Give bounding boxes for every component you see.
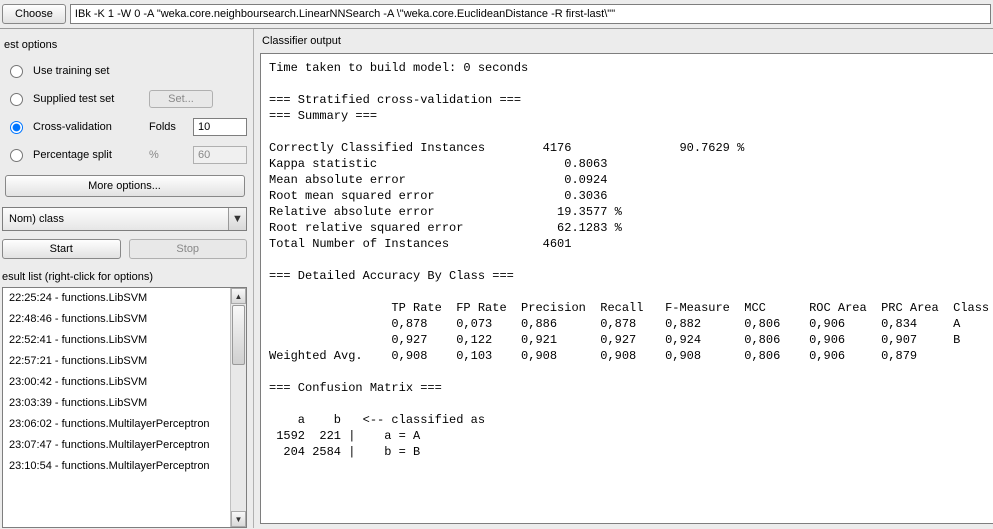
list-item[interactable]: 23:00:42 - functions.LibSVM bbox=[3, 372, 230, 393]
class-attribute-combo[interactable]: Nom) class ▼ bbox=[2, 207, 247, 231]
classifier-command-input[interactable] bbox=[70, 4, 991, 24]
list-item[interactable]: 22:25:24 - functions.LibSVM bbox=[3, 288, 230, 309]
radio-training-set[interactable] bbox=[10, 65, 23, 78]
radio-cross-validation[interactable] bbox=[10, 121, 23, 134]
result-list-title: esult list (right-click for options) bbox=[0, 267, 253, 287]
scroll-up-icon[interactable]: ▲ bbox=[231, 288, 246, 304]
list-item[interactable]: 22:48:46 - functions.LibSVM bbox=[3, 309, 230, 330]
folds-input[interactable] bbox=[193, 118, 247, 136]
chevron-down-icon[interactable]: ▼ bbox=[228, 208, 246, 230]
option-cross-validation[interactable]: Cross-validation Folds bbox=[2, 113, 247, 141]
radio-percentage-split[interactable] bbox=[10, 149, 23, 162]
more-options-button[interactable]: More options... bbox=[5, 175, 245, 197]
label-training-set: Use training set bbox=[33, 65, 143, 77]
result-list[interactable]: 22:25:24 - functions.LibSVM22:48:46 - fu… bbox=[2, 287, 247, 528]
radio-supplied-test-set[interactable] bbox=[10, 93, 23, 106]
classifier-output-title: Classifier output bbox=[260, 29, 993, 53]
option-training-set[interactable]: Use training set bbox=[2, 57, 247, 85]
label-percentage-split: Percentage split bbox=[33, 149, 143, 161]
list-item[interactable]: 23:03:39 - functions.LibSVM bbox=[3, 393, 230, 414]
option-supplied-test-set[interactable]: Supplied test set Set... bbox=[2, 85, 247, 113]
left-panel: est options Use training set Supplied te… bbox=[0, 29, 254, 528]
list-item[interactable]: 23:10:54 - functions.MultilayerPerceptro… bbox=[3, 456, 230, 477]
list-item[interactable]: 23:06:02 - functions.MultilayerPerceptro… bbox=[3, 414, 230, 435]
choose-button[interactable]: Choose bbox=[2, 4, 66, 24]
start-stop-row: Start Stop bbox=[0, 239, 253, 267]
stop-button: Stop bbox=[129, 239, 248, 259]
scroll-thumb[interactable] bbox=[232, 305, 245, 365]
main-area: est options Use training set Supplied te… bbox=[0, 29, 993, 528]
option-percentage-split[interactable]: Percentage split % bbox=[2, 141, 247, 169]
combo-selected-value: Nom) class bbox=[3, 213, 228, 225]
set-button: Set... bbox=[149, 90, 213, 108]
test-options-title: est options bbox=[2, 33, 247, 57]
list-item[interactable]: 23:07:47 - functions.MultilayerPerceptro… bbox=[3, 435, 230, 456]
start-button[interactable]: Start bbox=[2, 239, 121, 259]
list-item[interactable]: 22:52:41 - functions.LibSVM bbox=[3, 330, 230, 351]
scrollbar[interactable]: ▲ ▼ bbox=[230, 288, 246, 527]
label-folds: Folds bbox=[149, 121, 187, 133]
right-panel: Classifier output Time taken to build mo… bbox=[254, 29, 993, 528]
test-options-panel: est options Use training set Supplied te… bbox=[0, 29, 253, 207]
scroll-down-icon[interactable]: ▼ bbox=[231, 511, 246, 527]
label-percent: % bbox=[149, 149, 187, 161]
list-item[interactable]: 22:57:21 - functions.LibSVM bbox=[3, 351, 230, 372]
classifier-output[interactable]: Time taken to build model: 0 seconds ===… bbox=[260, 53, 993, 524]
percent-input bbox=[193, 146, 247, 164]
label-supplied-test-set: Supplied test set bbox=[33, 93, 143, 105]
label-cross-validation: Cross-validation bbox=[33, 121, 143, 133]
classifier-chooser-bar: Choose bbox=[0, 0, 993, 29]
